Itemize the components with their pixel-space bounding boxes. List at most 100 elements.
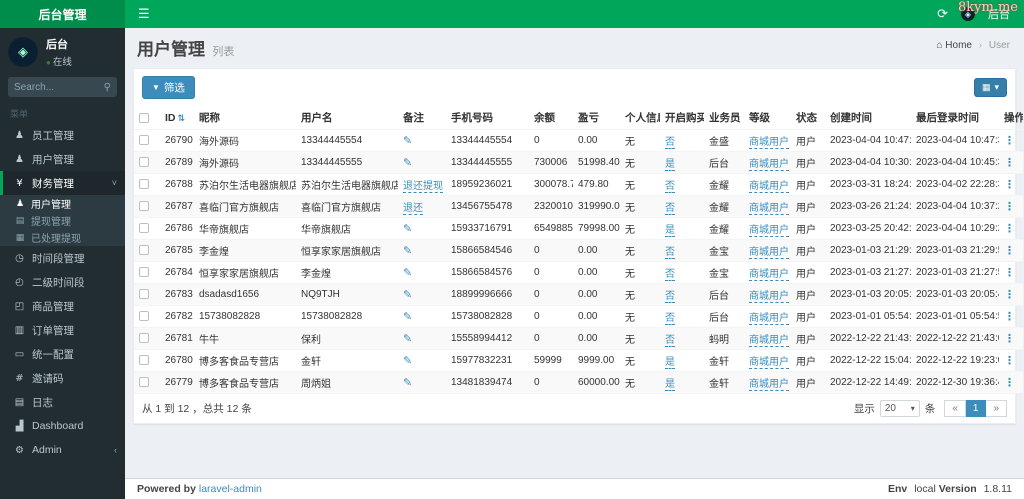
sidebar-item-统一配置[interactable]: ▭ 统一配置 bbox=[0, 342, 125, 366]
buy-toggle-link[interactable]: 是 bbox=[665, 159, 675, 171]
edit-remark-icon[interactable]: ✎ bbox=[403, 333, 412, 345]
row-actions-icon[interactable]: ⋮ bbox=[1004, 201, 1015, 213]
buy-toggle-link[interactable]: 是 bbox=[665, 379, 675, 391]
sidebar-item-邀请码[interactable]: # 邀请码 bbox=[0, 366, 125, 390]
sidebar-item-用户管理[interactable]: ♟ 用户管理 bbox=[0, 147, 125, 171]
level-link[interactable]: 商城用户 bbox=[749, 313, 789, 325]
row-checkbox[interactable] bbox=[139, 333, 149, 344]
row-actions-icon[interactable]: ⋮ bbox=[1004, 157, 1015, 169]
buy-toggle-link[interactable]: 否 bbox=[665, 291, 675, 303]
sidebar-item-商品管理[interactable]: ◰ 商品管理 bbox=[0, 294, 125, 318]
row-actions-icon[interactable]: ⋮ bbox=[1004, 179, 1015, 191]
edit-remark-icon[interactable]: ✎ bbox=[403, 267, 412, 279]
level-link[interactable]: 商城用户 bbox=[749, 357, 789, 369]
invite-code-icon: # bbox=[15, 372, 24, 384]
sidebar-item-二级时间段[interactable]: ◴ 二级时间段 bbox=[0, 270, 125, 294]
row-checkbox[interactable] bbox=[139, 179, 149, 190]
row-checkbox[interactable] bbox=[139, 201, 149, 212]
buy-toggle-link[interactable]: 否 bbox=[665, 335, 675, 347]
table-body: 26790 海外源码 13344445554 ✎ 13344445554 0 0… bbox=[134, 129, 1023, 393]
buy-toggle-link[interactable]: 是 bbox=[665, 357, 675, 369]
grid-box: ▼ 筛选 ▦ ▾ ID ⇅ 昵称 用户名 备注 手机号码 余额 盈亏 个人信 开… bbox=[133, 68, 1023, 424]
row-actions-icon[interactable]: ⋮ bbox=[1004, 311, 1015, 323]
navbar-avatar[interactable]: ◈ bbox=[960, 6, 976, 22]
level-link[interactable]: 商城用户 bbox=[749, 379, 789, 391]
row-checkbox[interactable] bbox=[139, 135, 149, 146]
buy-toggle-link[interactable]: 否 bbox=[665, 269, 675, 281]
level-link[interactable]: 商城用户 bbox=[749, 247, 789, 259]
column-selector-button[interactable]: ▦ ▾ bbox=[973, 78, 1007, 97]
row-actions-icon[interactable]: ⋮ bbox=[1004, 289, 1015, 301]
row-actions-icon[interactable]: ⋮ bbox=[1004, 135, 1015, 147]
level-link[interactable]: 商城用户 bbox=[749, 335, 789, 347]
edit-remark-icon[interactable]: ✎ bbox=[403, 223, 412, 235]
buy-toggle-link[interactable]: 否 bbox=[665, 137, 675, 149]
sidebar-toggle-icon[interactable]: ☰ bbox=[125, 0, 163, 28]
filter-button[interactable]: ▼ 筛选 bbox=[142, 76, 195, 99]
env-label: Env bbox=[888, 483, 908, 495]
remark-link[interactable]: 退还 bbox=[403, 203, 423, 215]
row-checkbox[interactable] bbox=[139, 355, 149, 366]
sidebar-item-财务管理[interactable]: ¥ 财务管理 ˅ bbox=[0, 171, 125, 195]
row-checkbox[interactable] bbox=[139, 223, 149, 234]
sidebar-item-Dashboard[interactable]: ▟ Dashboard bbox=[0, 414, 125, 438]
edit-remark-icon[interactable]: ✎ bbox=[403, 289, 412, 301]
row-actions-icon[interactable]: ⋮ bbox=[1004, 355, 1015, 367]
sub-user-icon: ♟ bbox=[15, 198, 25, 208]
row-checkbox[interactable] bbox=[139, 289, 149, 300]
row-checkbox[interactable] bbox=[139, 377, 149, 388]
next-page-button[interactable]: » bbox=[986, 400, 1007, 417]
prev-page-button[interactable]: « bbox=[944, 400, 966, 417]
level-link[interactable]: 商城用户 bbox=[749, 225, 789, 237]
row-checkbox[interactable] bbox=[139, 311, 149, 322]
level-link[interactable]: 商城用户 bbox=[749, 181, 789, 193]
edit-remark-icon[interactable]: ✎ bbox=[403, 377, 412, 389]
edit-remark-icon[interactable]: ✎ bbox=[403, 311, 412, 323]
navbar-username[interactable]: 后台 bbox=[988, 6, 1010, 22]
level-link[interactable]: 商城用户 bbox=[749, 203, 789, 215]
sidebar-subitem-提现管理[interactable]: ▤ 提现管理 bbox=[0, 212, 125, 229]
sidebar-item-时间段管理[interactable]: ◷ 时间段管理 bbox=[0, 246, 125, 270]
level-link[interactable]: 商城用户 bbox=[749, 159, 789, 171]
edit-remark-icon[interactable]: ✎ bbox=[403, 245, 412, 257]
edit-remark-icon[interactable]: ✎ bbox=[403, 157, 412, 169]
laravel-admin-link[interactable]: laravel-admin bbox=[199, 483, 262, 495]
page-footer: Powered by laravel-admin Env local Versi… bbox=[125, 478, 1024, 499]
sidebar-item-订单管理[interactable]: ▥ 订单管理 bbox=[0, 318, 125, 342]
level-link[interactable]: 商城用户 bbox=[749, 291, 789, 303]
row-actions-icon[interactable]: ⋮ bbox=[1004, 377, 1015, 389]
sidebar-item-日志[interactable]: ▤ 日志 bbox=[0, 390, 125, 414]
level-link[interactable]: 商城用户 bbox=[749, 269, 789, 281]
brand-logo[interactable]: 后台管理 bbox=[0, 0, 125, 28]
edit-remark-icon[interactable]: ✎ bbox=[403, 355, 412, 367]
remark-link[interactable]: 退还提现 bbox=[403, 181, 443, 193]
breadcrumb-home[interactable]: Home bbox=[945, 40, 972, 51]
buy-toggle-link[interactable]: 否 bbox=[665, 313, 675, 325]
page-1-button[interactable]: 1 bbox=[965, 400, 987, 417]
row-checkbox[interactable] bbox=[139, 157, 149, 168]
buy-toggle-link[interactable]: 否 bbox=[665, 203, 675, 215]
sidebar-item-Admin[interactable]: ⚙ Admin ‹ bbox=[0, 438, 125, 462]
sidebar-subitem-用户管理[interactable]: ♟ 用户管理 bbox=[0, 195, 125, 212]
row-checkbox[interactable] bbox=[139, 245, 149, 256]
sidebar-subitem-已处理提现[interactable]: ▦ 已处理提现 bbox=[0, 229, 125, 246]
search-icon[interactable]: ⚲ bbox=[104, 82, 117, 93]
buy-toggle-link[interactable]: 否 bbox=[665, 181, 675, 193]
edit-remark-icon[interactable]: ✎ bbox=[403, 135, 412, 147]
caret-down-icon: ▾ bbox=[994, 82, 999, 92]
per-page-select[interactable]: 20 ▾ bbox=[879, 400, 920, 417]
search-input[interactable] bbox=[8, 81, 104, 93]
sidebar-item-员工管理[interactable]: ♟ 员工管理 bbox=[0, 123, 125, 147]
row-actions-icon[interactable]: ⋮ bbox=[1004, 223, 1015, 235]
level-link[interactable]: 商城用户 bbox=[749, 137, 789, 149]
row-actions-icon[interactable]: ⋮ bbox=[1004, 333, 1015, 345]
select-all-checkbox[interactable] bbox=[139, 112, 149, 123]
row-actions-icon[interactable]: ⋮ bbox=[1004, 245, 1015, 257]
dashboard-icon: ▟ bbox=[15, 420, 24, 432]
buy-toggle-link[interactable]: 否 bbox=[665, 247, 675, 259]
buy-toggle-link[interactable]: 是 bbox=[665, 225, 675, 237]
row-actions-icon[interactable]: ⋮ bbox=[1004, 267, 1015, 279]
row-checkbox[interactable] bbox=[139, 267, 149, 278]
refresh-icon[interactable]: ⟳ bbox=[937, 6, 948, 22]
sort-icon[interactable]: ⇅ bbox=[178, 113, 186, 123]
